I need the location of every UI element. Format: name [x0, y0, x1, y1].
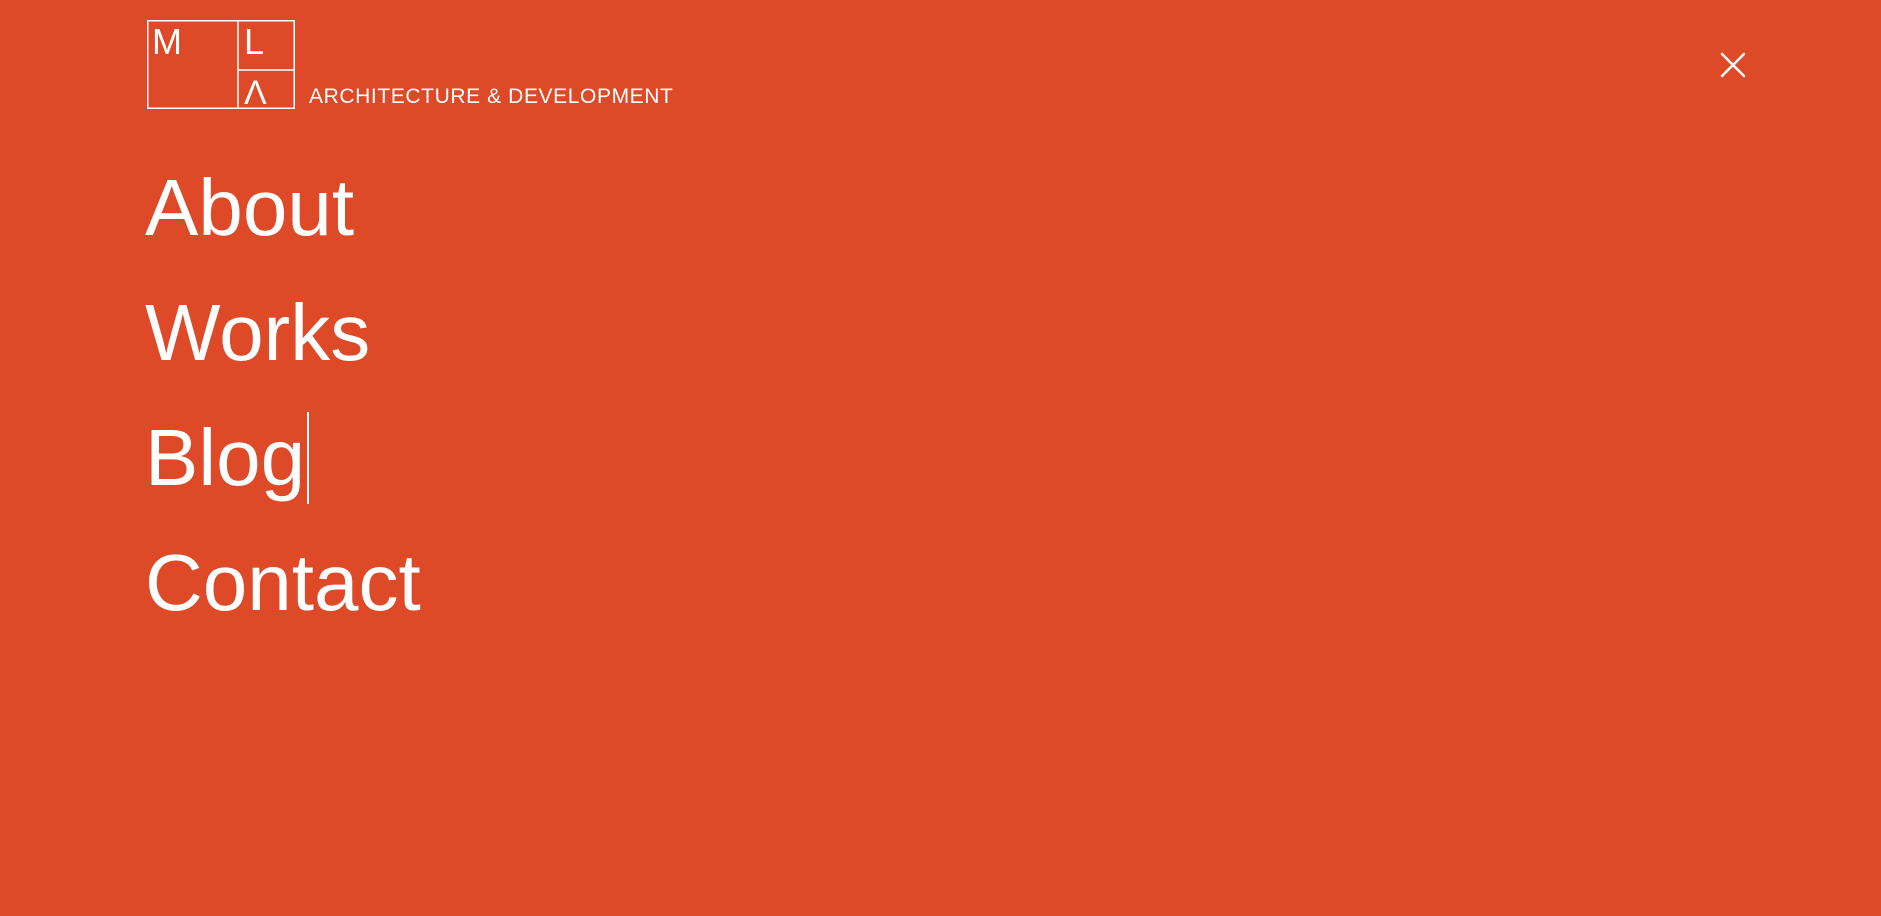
menu-item-label: Works — [145, 288, 371, 377]
menu-item-label: About — [145, 163, 355, 252]
site-logo[interactable]: M L Λ ARCHITECTURE & DEVELOPMENT — [147, 20, 673, 109]
logo-letter-m: M — [152, 21, 182, 62]
logo-letter-lambda: Λ — [244, 74, 267, 109]
menu-item-blog[interactable]: Blog — [145, 395, 421, 520]
menu-list: About Works Blog Contact — [145, 145, 421, 645]
menu-item-contact[interactable]: Contact — [145, 520, 421, 645]
logo-tagline: ARCHITECTURE & DEVELOPMENT — [309, 85, 674, 108]
menu-item-label: Contact — [145, 538, 421, 627]
menu-item-about[interactable]: About — [145, 145, 421, 270]
logo-letter-l: L — [244, 21, 264, 62]
close-menu-button[interactable] — [1712, 48, 1752, 88]
menu-item-label: Blog — [145, 413, 306, 502]
menu-item-works[interactable]: Works — [145, 270, 421, 395]
close-icon — [1720, 52, 1746, 78]
logo-mark: M L Λ — [147, 20, 295, 109]
text-cursor — [307, 411, 310, 504]
